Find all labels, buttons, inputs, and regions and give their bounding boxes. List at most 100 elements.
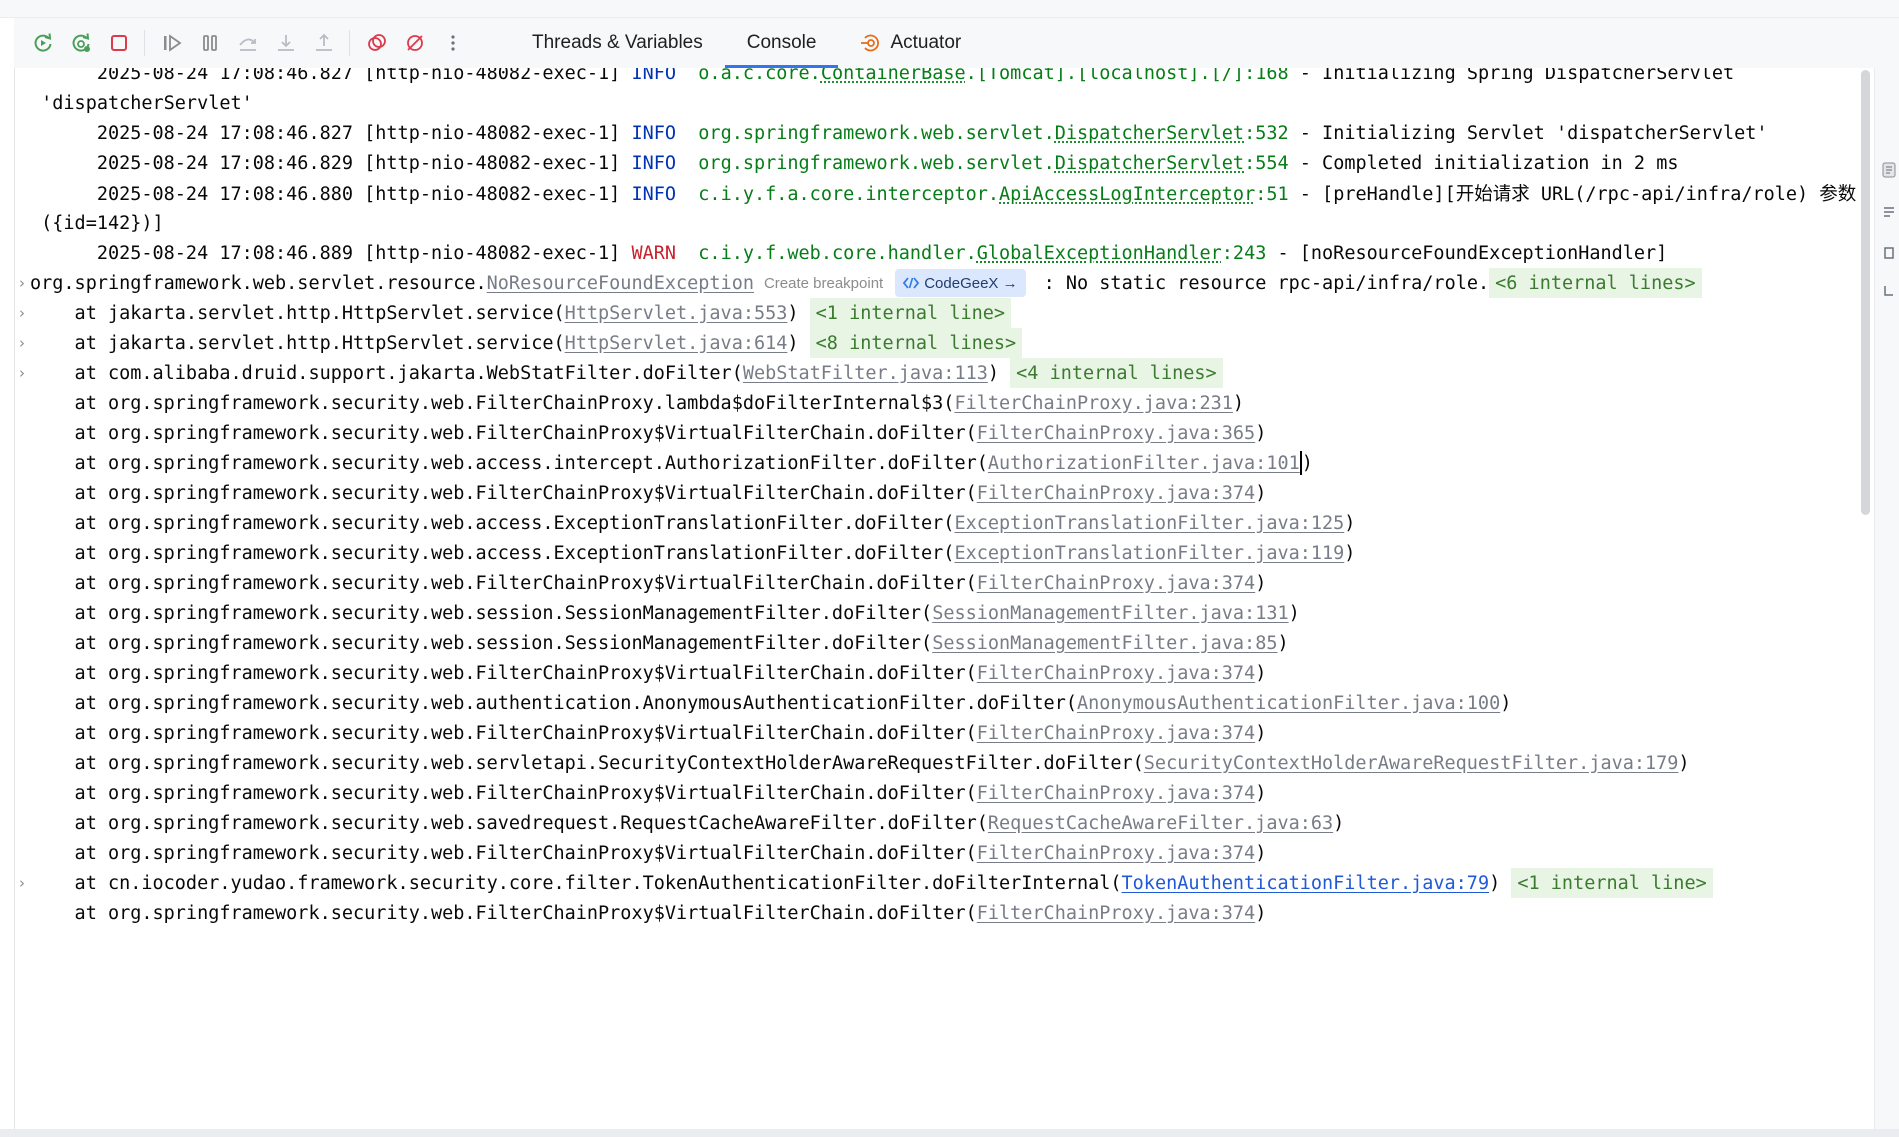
source-file-link[interactable]: RequestCacheAwareFilter.java:63 xyxy=(988,813,1333,834)
close-paren: ) xyxy=(787,332,799,354)
step-over-button[interactable] xyxy=(231,26,265,60)
source-file-link[interactable]: FilterChainProxy.java:231 xyxy=(954,393,1232,414)
step-out-button[interactable] xyxy=(307,26,341,60)
pause-button[interactable] xyxy=(193,26,227,60)
source-file-link[interactable]: FilterChainProxy.java:374 xyxy=(977,903,1255,924)
exception-class-link[interactable]: NoResourceFoundException xyxy=(487,273,754,294)
internal-lines-fold[interactable]: <8 internal lines> xyxy=(809,328,1023,358)
source-file-link[interactable]: SessionManagementFilter.java:85 xyxy=(932,633,1277,654)
tab-label: Actuator xyxy=(890,32,962,53)
rerun-debug-button[interactable] xyxy=(64,26,98,60)
expand-chevron-icon[interactable]: › xyxy=(15,868,29,898)
mute-breakpoints-icon xyxy=(407,35,423,51)
debug-toolbar: Threads & Variables Console Actuator xyxy=(14,18,1899,69)
log-level: WARN xyxy=(631,242,677,264)
frame-method: at org.springframework.security.web.Filt… xyxy=(30,482,977,504)
step-into-button[interactable] xyxy=(269,26,303,60)
frame-method: at org.springframework.security.web.Filt… xyxy=(30,662,977,684)
debug-tabs: Threads & Variables Console Actuator xyxy=(510,18,983,68)
expand-chevron-icon[interactable]: › xyxy=(15,328,29,358)
source-file-link[interactable]: FilterChainProxy.java:374 xyxy=(977,843,1255,864)
right-tool-strip xyxy=(1874,68,1899,1129)
exception-message: : No static resource rpc-api/infra/role. xyxy=(1043,272,1490,294)
internal-lines-fold[interactable]: <1 internal line> xyxy=(1511,868,1713,898)
more-options-button[interactable] xyxy=(436,26,470,60)
tab-actuator[interactable]: Actuator xyxy=(838,18,983,68)
close-paren: ) xyxy=(1277,632,1289,654)
frame-method: at com.alibaba.druid.support.jakarta.Web… xyxy=(30,362,743,384)
tab-label: Console xyxy=(746,32,817,53)
source-file-link[interactable]: FilterChainProxy.java:374 xyxy=(977,483,1255,504)
resume-button[interactable] xyxy=(155,26,189,60)
scroll-to-end-icon[interactable] xyxy=(1882,205,1896,219)
internal-lines-fold[interactable]: <6 internal lines> xyxy=(1489,268,1702,298)
source-file-link[interactable]: FilterChainProxy.java:365 xyxy=(977,423,1255,444)
close-paren: ) xyxy=(1255,422,1267,444)
source-file-link[interactable]: HttpServlet.java:614 xyxy=(565,333,788,354)
frame-method: at org.springframework.security.web.auth… xyxy=(30,692,1077,714)
logger-name: c.i.y.f.web.core.handler.GlobalException… xyxy=(698,242,1267,264)
close-paren: ) xyxy=(1678,752,1690,774)
codegeex-button[interactable]: CodeGeeX → xyxy=(895,269,1026,297)
source-file-link[interactable]: SecurityContextHolderAwareRequestFilter.… xyxy=(1144,753,1679,774)
frame-method: at org.springframework.security.web.Filt… xyxy=(30,902,977,924)
source-file-link[interactable]: FilterChainProxy.java:374 xyxy=(977,783,1255,804)
bottom-strip xyxy=(0,1129,1899,1137)
source-file-link[interactable]: HttpServlet.java:553 xyxy=(565,303,788,324)
frame-method: at org.springframework.security.web.serv… xyxy=(30,752,1144,774)
frame-method: at org.springframework.security.web.Filt… xyxy=(30,422,977,444)
soft-wrap-icon[interactable] xyxy=(1882,162,1896,178)
vertical-scrollbar-thumb[interactable] xyxy=(1861,70,1870,515)
tab-console[interactable]: Console xyxy=(724,18,839,68)
source-file-link[interactable]: AuthorizationFilter.java:101 xyxy=(988,453,1300,474)
tab-threads-variables[interactable]: Threads & Variables xyxy=(510,18,725,68)
stop-icon xyxy=(111,35,127,51)
log-prefix: 2025-08-24 17:08:46.827 [http-nio-48082-… xyxy=(96,68,632,84)
console-output[interactable]: 2025-08-24 17:08:46.827 [http-nio-48082-… xyxy=(15,68,1858,1129)
more-icon xyxy=(451,35,455,51)
source-file-link[interactable]: FilterChainProxy.java:374 xyxy=(977,573,1255,594)
source-file-link[interactable]: TokenAuthenticationFilter.java:79 xyxy=(1122,873,1490,894)
source-file-link[interactable]: FilterChainProxy.java:374 xyxy=(977,663,1255,684)
logger-class-link[interactable]: ContainerBase xyxy=(821,68,966,84)
close-paren: ) xyxy=(1255,722,1267,744)
expand-chevron-icon[interactable]: › xyxy=(15,268,29,298)
pause-icon xyxy=(203,35,217,51)
source-file-link[interactable]: WebStatFilter.java:113 xyxy=(743,363,988,384)
source-file-link[interactable]: SessionManagementFilter.java:131 xyxy=(932,603,1288,624)
log-level: INFO xyxy=(631,184,677,205)
close-paren: ) xyxy=(1500,692,1512,714)
view-breakpoints-icon xyxy=(368,34,386,51)
source-file-link[interactable]: ExceptionTranslationFilter.java:119 xyxy=(954,543,1344,564)
logger-name: c.i.y.f.a.core.interceptor.ApiAccessLogI… xyxy=(698,184,1289,205)
source-file-link[interactable]: AnonymousAuthenticationFilter.java:100 xyxy=(1077,693,1500,714)
internal-lines-fold[interactable]: <1 internal line> xyxy=(809,298,1012,328)
view-breakpoints-button[interactable] xyxy=(360,26,394,60)
stop-button[interactable] xyxy=(102,26,136,60)
source-file-link[interactable]: ExceptionTranslationFilter.java:125 xyxy=(954,513,1344,534)
exception-package: org.springframework.web.servlet.resource… xyxy=(30,272,487,294)
close-paren: ) xyxy=(987,362,1000,384)
print-icon[interactable] xyxy=(1882,245,1896,259)
frame-method: at jakarta.servlet.http.HttpServlet.serv… xyxy=(30,332,565,354)
clear-icon[interactable] xyxy=(1882,283,1896,297)
frame-method: at org.springframework.security.web.Filt… xyxy=(30,722,977,744)
expand-chevron-icon[interactable]: › xyxy=(15,358,29,388)
rerun-debug-icon xyxy=(72,33,90,52)
rerun-button[interactable] xyxy=(26,26,60,60)
expand-chevron-icon[interactable]: › xyxy=(15,298,29,328)
log-message: - [preHandle][开始请求 URL(/rpc-api/infra/ro… xyxy=(1288,184,1857,205)
window-top-strip xyxy=(0,0,1899,18)
internal-lines-fold[interactable]: <4 internal lines> xyxy=(1010,358,1223,388)
create-breakpoint-hint[interactable]: Create breakpoint xyxy=(764,275,883,292)
logger-class-link[interactable]: GlobalExceptionHandler xyxy=(977,243,1222,264)
rerun-icon xyxy=(34,33,52,52)
mute-breakpoints-button[interactable] xyxy=(398,26,432,60)
logger-class-link[interactable]: ApiAccessLogInterceptor xyxy=(999,184,1255,205)
source-file-link[interactable]: FilterChainProxy.java:374 xyxy=(977,723,1255,744)
close-paren: ) xyxy=(787,302,799,324)
resume-icon xyxy=(164,34,182,52)
close-paren: ) xyxy=(1344,512,1356,534)
close-paren: ) xyxy=(1301,452,1313,474)
close-paren: ) xyxy=(1255,902,1267,924)
